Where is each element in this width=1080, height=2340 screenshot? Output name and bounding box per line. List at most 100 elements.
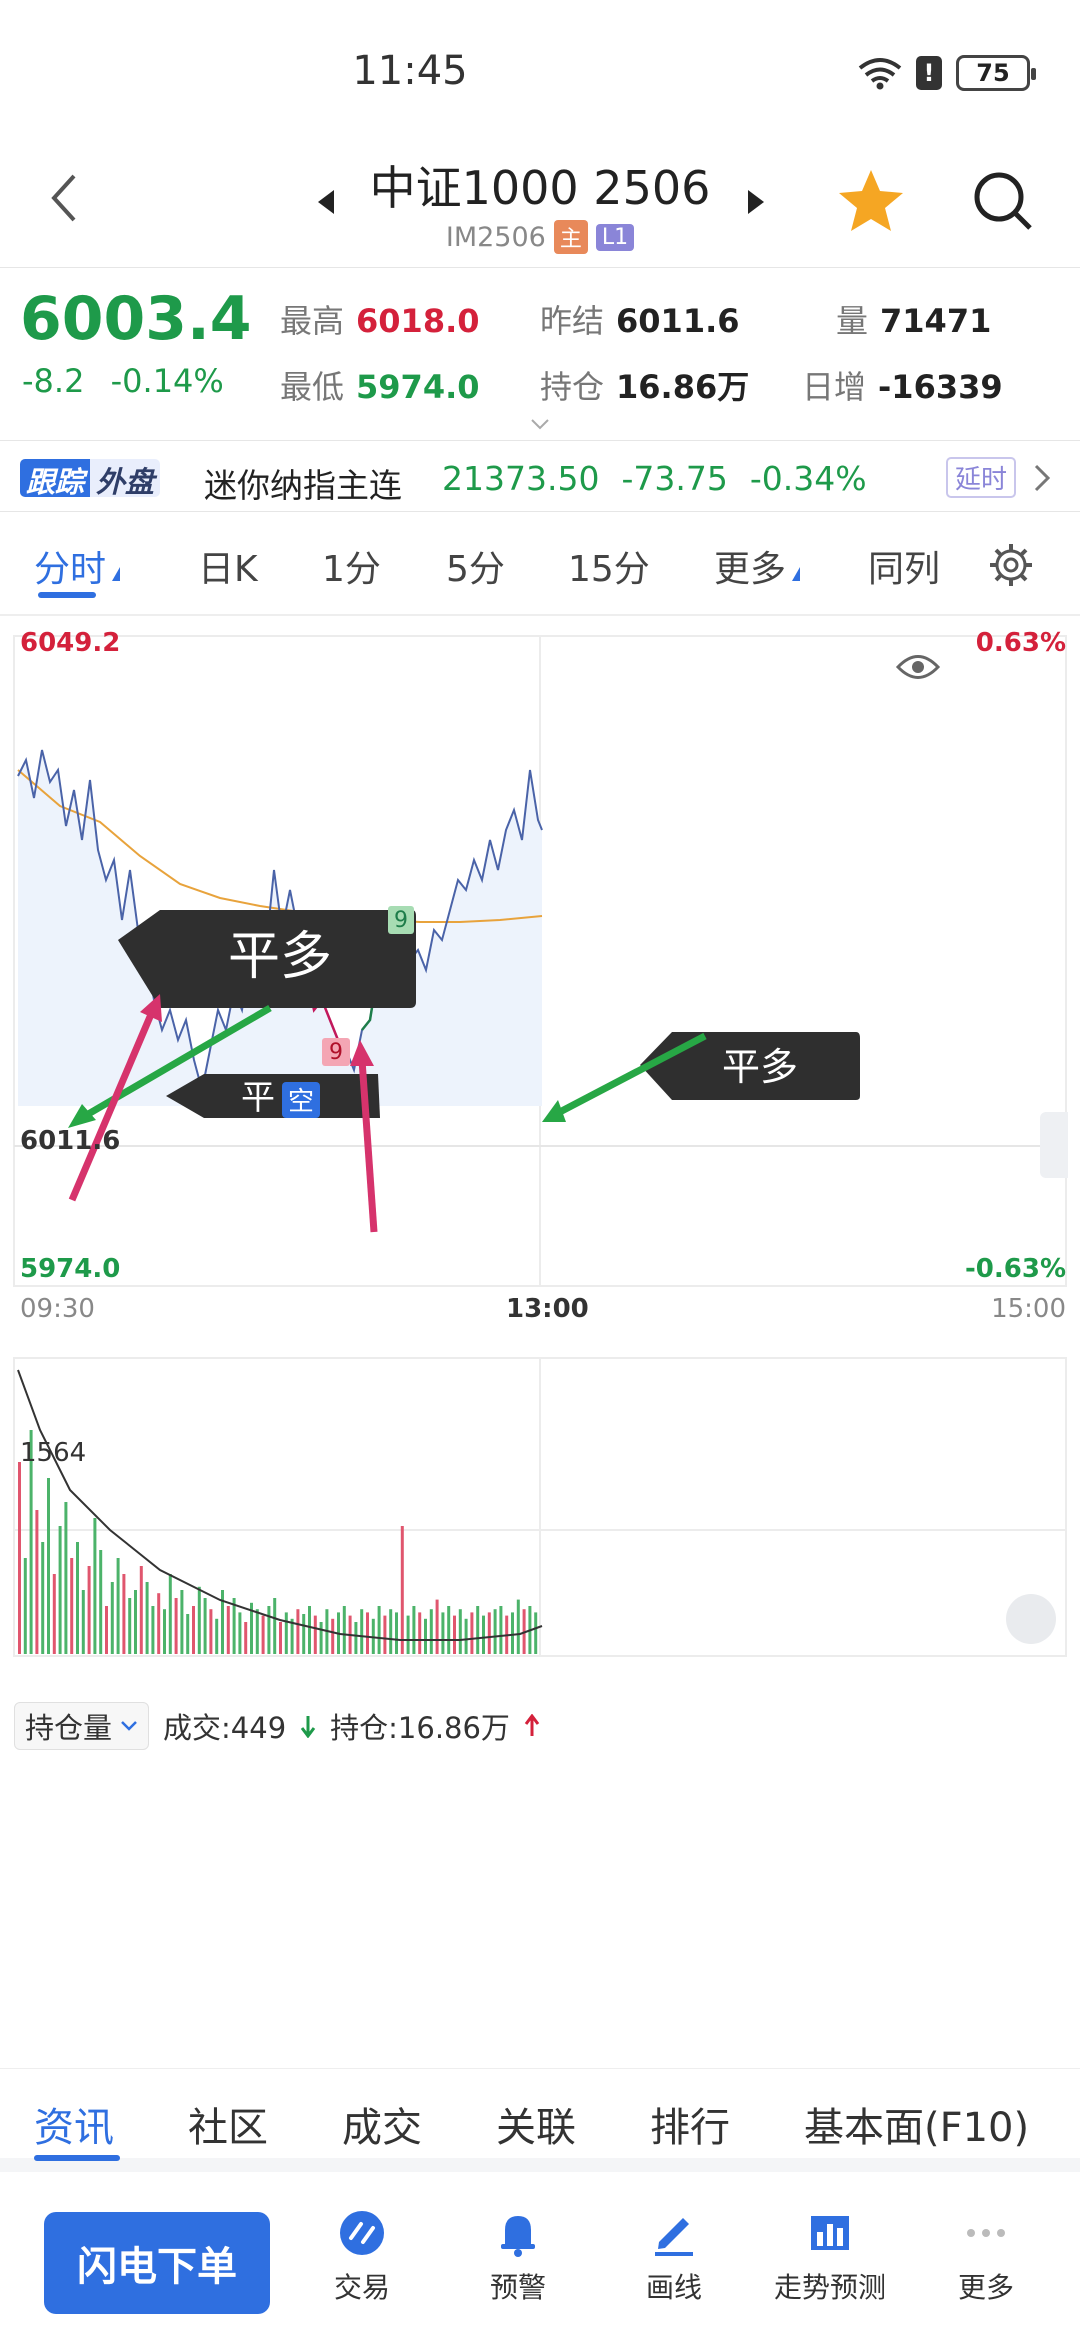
tab-fundamentals[interactable]: 基本面(F10) xyxy=(804,2095,1029,2153)
volume-bar xyxy=(122,1574,126,1654)
volume-bar xyxy=(366,1612,369,1654)
arrow-up-red-icon xyxy=(524,1714,540,1736)
more-dots-icon xyxy=(967,2229,1005,2237)
volume-bar xyxy=(418,1612,422,1654)
nav-trade-label: 交易 xyxy=(333,2271,390,2304)
volume-bar xyxy=(145,1582,149,1654)
volume-bar xyxy=(453,1615,456,1654)
volume-bar xyxy=(441,1612,445,1654)
tab-5min[interactable]: 5分 xyxy=(446,540,505,592)
intraday-chart[interactable]: 平多 平多 平 空 9 9 6049.2 0.63% 6011.6 5974.0… xyxy=(0,628,1080,2070)
volume-bar xyxy=(41,1542,45,1654)
volume-bar xyxy=(186,1614,190,1654)
tab-1min[interactable]: 1分 xyxy=(322,540,381,592)
nav-trade[interactable]: 交易 xyxy=(292,2208,432,2306)
trade-icon xyxy=(340,2211,384,2255)
expand-chevron-icon[interactable] xyxy=(530,418,550,430)
volume-bar xyxy=(354,1622,358,1654)
volume-bar xyxy=(203,1598,207,1654)
indicator-selector[interactable]: 持仓量 xyxy=(14,1702,150,1750)
volume-bar xyxy=(192,1606,195,1654)
title-block: 中证1000 2506 IM2506 主 L1 xyxy=(300,152,780,254)
volume-bar xyxy=(209,1609,213,1654)
volume-bar xyxy=(279,1622,282,1654)
volume-bar xyxy=(197,1586,201,1654)
level-tag: L1 xyxy=(595,223,635,251)
fullscreen-button[interactable] xyxy=(1006,1594,1056,1644)
bottom-nav: 闪电下单 交易 预警 画线 走势预测 更多 xyxy=(0,2186,1080,2340)
volume-bar xyxy=(163,1609,166,1654)
nav-forecast[interactable]: 走势预测 xyxy=(760,2208,900,2306)
track-badge-label: 跟踪 xyxy=(20,459,91,499)
tab-same-list[interactable]: 同列 xyxy=(868,540,940,592)
tab-intraday[interactable]: 分时 xyxy=(34,540,121,592)
volume-bar xyxy=(429,1609,433,1654)
volume-cell: 量 71471 xyxy=(836,296,991,342)
nav-draw-label: 画线 xyxy=(645,2271,702,2304)
tab-ranking[interactable]: 排行 xyxy=(650,2095,730,2153)
ticker-change-pct: -0.34% xyxy=(749,459,867,498)
svg-text:9: 9 xyxy=(329,1040,343,1065)
volume-bar xyxy=(232,1598,236,1654)
volume-bar xyxy=(308,1606,311,1654)
volume-bar xyxy=(511,1612,514,1654)
header: 中证1000 2506 IM2506 主 L1 xyxy=(0,150,1080,268)
volume-bar xyxy=(255,1609,259,1654)
volume-bar xyxy=(139,1566,143,1654)
marker-9-buy: 9 xyxy=(388,906,414,934)
low-value: 5974.0 xyxy=(356,368,480,406)
open-interest-value: 16.86万 xyxy=(616,368,750,406)
price-change: -8.2 -0.14% xyxy=(22,362,224,400)
eye-icon[interactable] xyxy=(896,652,940,682)
volume-bar xyxy=(168,1574,172,1654)
high-label: 最高 xyxy=(280,302,345,340)
volume-bar xyxy=(296,1609,300,1654)
contract-code: IM2506 xyxy=(445,221,546,253)
status-icons: ! 75 xyxy=(858,55,1036,91)
back-icon[interactable] xyxy=(44,168,84,228)
volume-bar xyxy=(395,1612,398,1654)
volume-bar xyxy=(174,1598,178,1654)
chart-canvas[interactable]: 平多 平多 平 空 9 9 xyxy=(0,630,1080,2070)
volume-bar xyxy=(377,1606,381,1654)
tab-trades[interactable]: 成交 xyxy=(342,2095,422,2153)
change-value: -8.2 xyxy=(22,362,85,400)
tab-daily-k[interactable]: 日K xyxy=(198,540,258,592)
volume-bar xyxy=(447,1606,451,1654)
overseas-ticker[interactable]: 跟踪 外盘 迷你纳指主连 21373.50 -73.75 -0.34% 延时 xyxy=(0,440,1080,512)
indicator-selector-label: 持仓量 xyxy=(25,1711,113,1745)
volume-bar xyxy=(215,1618,219,1654)
page-title: 中证1000 2506 xyxy=(369,161,711,215)
volume-bar xyxy=(87,1566,91,1654)
star-icon[interactable] xyxy=(836,166,906,236)
nav-draw[interactable]: 画线 xyxy=(604,2208,744,2306)
nav-alert[interactable]: 预警 xyxy=(448,2208,588,2306)
chevron-right-icon[interactable] xyxy=(1032,463,1052,493)
tab-news[interactable]: 资讯 xyxy=(34,2095,114,2153)
gear-icon[interactable] xyxy=(988,542,1034,588)
flash-order-button[interactable]: 闪电下单 xyxy=(44,2212,270,2314)
open-interest-cell: 持仓 16.86万 xyxy=(540,362,749,408)
tab-related[interactable]: 关联 xyxy=(496,2095,576,2153)
axis-bottom-price: 5974.0 xyxy=(20,1254,121,1284)
active-tab-underline xyxy=(38,592,96,598)
volume-bar xyxy=(273,1598,277,1654)
prev-settle-value: 6011.6 xyxy=(616,302,740,340)
prev-settle-label: 昨结 xyxy=(540,302,605,340)
volume-bar xyxy=(342,1606,346,1654)
volume-bar xyxy=(116,1558,120,1654)
nav-more[interactable]: 更多 xyxy=(916,2208,1056,2306)
volume-bar xyxy=(47,1478,50,1654)
tab-15min[interactable]: 15分 xyxy=(568,540,650,592)
volume-bar xyxy=(302,1614,306,1654)
tab-community[interactable]: 社区 xyxy=(188,2095,268,2153)
ticker-values: 21373.50 -73.75 -0.34% xyxy=(442,459,867,498)
side-panel-handle[interactable] xyxy=(1040,1112,1068,1178)
search-icon[interactable] xyxy=(970,168,1036,234)
next-contract-arrow[interactable] xyxy=(748,190,764,214)
volume-legend: 持仓量 成交:449 持仓:16.86万 xyxy=(14,1702,540,1750)
volume-bar xyxy=(244,1622,248,1654)
tab-more[interactable]: 更多 xyxy=(714,540,801,592)
volume-bar xyxy=(99,1550,103,1654)
daily-increase-cell: 日增 -16339 xyxy=(802,362,1003,408)
